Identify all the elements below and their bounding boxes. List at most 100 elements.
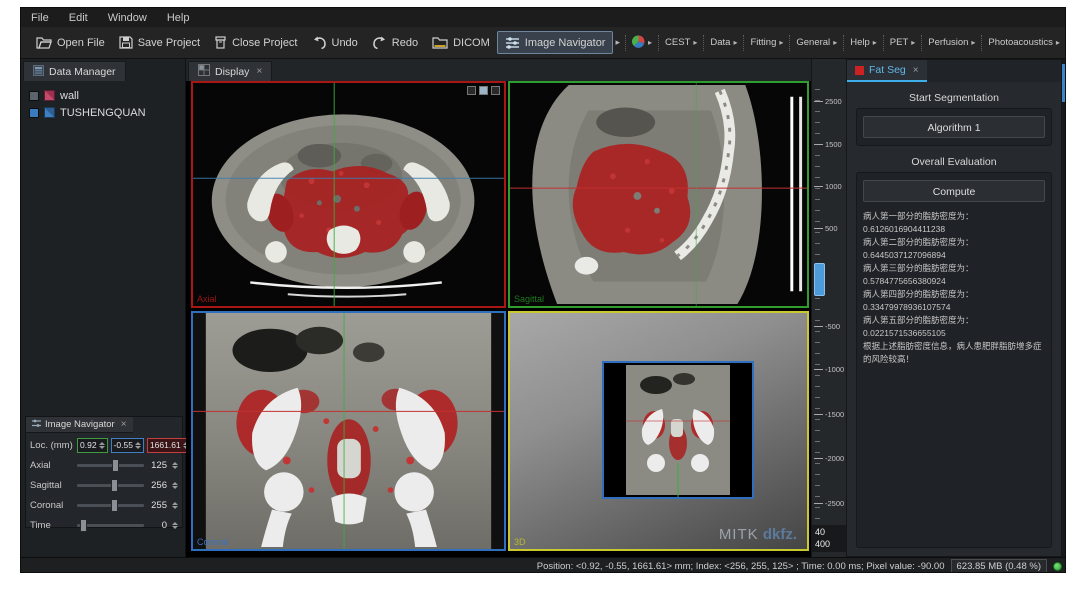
fat-seg-tab[interactable]: Fat Seg ×: [847, 60, 927, 82]
close-project-button[interactable]: Close Project: [207, 32, 304, 53]
visibility-checkbox[interactable]: [29, 91, 39, 101]
image-navigator-panel-tab[interactable]: Image Navigator ×: [26, 417, 133, 433]
visibility-checkbox[interactable]: [29, 108, 39, 118]
menu-edit[interactable]: Edit: [69, 12, 88, 24]
loc-y-spinbox[interactable]: -0.55: [111, 438, 144, 453]
plugin-menu-pet[interactable]: PET▸: [887, 37, 919, 48]
plugin-arrow: ▸: [873, 39, 877, 47]
slider-handle[interactable]: [111, 479, 118, 492]
open-file-button[interactable]: Open File: [29, 32, 112, 53]
spin-arrows-icon[interactable]: [99, 442, 105, 449]
overall-evaluation-title: Overall Evaluation: [856, 156, 1052, 168]
coronal-view-label: Coronal: [197, 537, 229, 547]
plugin-arrow: ▸: [648, 39, 652, 47]
sagittal-slider-row: Sagittal 256: [30, 477, 178, 493]
scale-tick: 500: [814, 228, 823, 229]
slider-handle[interactable]: [80, 519, 87, 532]
sagittal-render-window[interactable]: Sagittal: [508, 81, 809, 308]
close-icon[interactable]: ×: [913, 65, 919, 76]
threed-render-window[interactable]: MITK dkfz. 3D: [508, 311, 809, 551]
crosshair-mode-icon[interactable]: [467, 86, 476, 95]
plugin-menu-perfusion[interactable]: Perfusion▸: [925, 37, 978, 48]
toolbar-separator: [703, 35, 704, 51]
plugin-menu-photoacoustics[interactable]: Photoacoustics▸: [985, 37, 1062, 48]
coronal-slider[interactable]: [77, 504, 144, 507]
plugin-menu-cest[interactable]: CEST▸: [662, 37, 700, 48]
save-project-button[interactable]: Save Project: [112, 32, 207, 53]
scale-tick: -2500: [814, 503, 823, 504]
tree-row-wall[interactable]: wall: [29, 87, 181, 104]
view-layout-icon[interactable]: [479, 86, 488, 95]
menu-bar: File Edit Window Help: [21, 8, 1066, 27]
scrollbar-handle[interactable]: [1062, 64, 1066, 102]
memory-usage-indicator: 623.85 MB (0.48 %): [951, 559, 1048, 574]
image-navigator-button[interactable]: Image Navigator: [497, 31, 614, 54]
plugin-menu-general[interactable]: General▸: [793, 37, 840, 48]
plugin-menu-help[interactable]: Help▸: [847, 37, 880, 48]
image-node-icon: [44, 107, 55, 118]
image-navigator-panel-tab-label: Image Navigator: [45, 419, 115, 430]
algorithm-1-button[interactable]: Algorithm 1: [863, 116, 1045, 138]
plugin-menu-fitting[interactable]: Fitting▸: [747, 37, 786, 48]
close-icon[interactable]: ×: [121, 419, 127, 430]
sagittal-slider-value: 256: [147, 480, 167, 491]
right-scrollbar[interactable]: [1062, 59, 1066, 557]
plugin-arrow: ▸: [779, 39, 783, 47]
plugin-label: Fitting: [750, 37, 776, 48]
slider-handle[interactable]: [112, 459, 119, 472]
slider-handle[interactable]: [111, 499, 118, 512]
display-tab[interactable]: Display ×: [188, 61, 272, 81]
close-icon[interactable]: ×: [256, 66, 262, 77]
coronal-render-window[interactable]: Coronal: [191, 311, 506, 551]
threed-image-plane: [602, 361, 754, 499]
display-tabbar: Display ×: [186, 59, 811, 81]
redo-button[interactable]: Redo: [365, 32, 425, 53]
plugin-menu-data[interactable]: Data▸: [707, 37, 740, 48]
memory-status-icon: [1053, 562, 1062, 571]
time-slider[interactable]: [77, 524, 144, 527]
menu-help[interactable]: Help: [167, 12, 190, 24]
result-line: 病人第四部分的脂肪密度为：0.33479978936107574: [863, 288, 1045, 314]
spin-arrows-icon[interactable]: [172, 482, 178, 489]
plugin-arrow: ▸: [833, 39, 837, 47]
toolbar-overflow-arrow[interactable]: ▸: [615, 37, 620, 48]
close-project-label: Close Project: [232, 37, 297, 49]
toolbar-separator: [625, 35, 626, 51]
loc-x-spinbox[interactable]: 0.92: [77, 438, 108, 453]
mitk-dkfz-logo: MITK dkfz.: [719, 526, 797, 543]
axial-render-window[interactable]: Axial: [191, 81, 506, 308]
color-perspective-button[interactable]: ▸: [629, 35, 655, 51]
menu-window[interactable]: Window: [108, 12, 147, 24]
level-window-minor-ticks: [815, 89, 820, 519]
view-fullscreen-icon[interactable]: [491, 86, 500, 95]
sagittal-slider[interactable]: [77, 484, 144, 487]
menu-file[interactable]: File: [31, 12, 49, 24]
level-window-handle[interactable]: [814, 263, 825, 296]
spin-arrows-icon[interactable]: [172, 522, 178, 529]
sagittal-slider-label: Sagittal: [30, 480, 74, 491]
scale-tick: -2000: [814, 458, 823, 459]
dicom-button[interactable]: DICOM: [425, 32, 497, 53]
scale-tick: 2500: [814, 101, 823, 102]
image-navigator-panel-icon: [32, 419, 41, 431]
spin-arrows-icon[interactable]: [172, 462, 178, 469]
tree-row-tushengquan[interactable]: TUSHENGQUAN: [29, 104, 181, 121]
level-window-slider[interactable]: 2500 1500 1000 500 -500 -1000 -1500 -200…: [811, 59, 846, 557]
undo-icon: [312, 36, 327, 49]
result-line: 病人第三部分的脂肪密度为：0.5784775656380924: [863, 262, 1045, 288]
axial-slider[interactable]: [77, 464, 144, 467]
toolbar-separator: [658, 35, 659, 51]
sliders-icon: [505, 36, 520, 49]
loc-z-spinbox[interactable]: 1661.61: [147, 438, 192, 453]
spin-arrows-icon[interactable]: [135, 442, 141, 449]
redo-label: Redo: [392, 37, 418, 49]
spin-arrows-icon[interactable]: [172, 502, 178, 509]
compute-button[interactable]: Compute: [863, 180, 1045, 202]
toolbar-separator: [843, 35, 844, 51]
data-manager-tab[interactable]: Data Manager: [23, 61, 126, 81]
toolbar-separator: [883, 35, 884, 51]
data-manager-icon: [33, 65, 44, 79]
plugin-arrow: ▸: [971, 39, 975, 47]
color-wheel-icon: [632, 35, 645, 51]
undo-button[interactable]: Undo: [305, 32, 365, 53]
